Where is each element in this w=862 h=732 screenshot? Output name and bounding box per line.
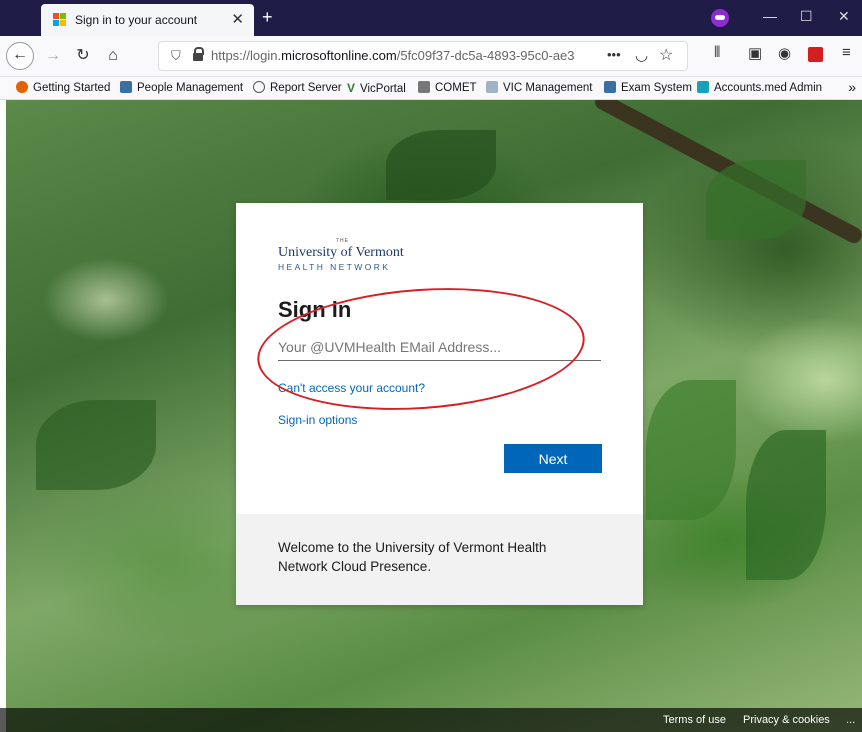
maximize-icon[interactable]: ☐: [800, 8, 813, 25]
bookmark-label: Getting Started: [33, 82, 111, 94]
doc-icon: [486, 81, 498, 93]
logo-the: THE: [336, 238, 349, 244]
minimize-icon[interactable]: —: [763, 8, 777, 24]
bookmarks-toolbar: Getting Started People Management Report…: [0, 77, 862, 100]
footer-more-link[interactable]: ...: [846, 714, 855, 726]
bookmark-label: COMET: [435, 82, 477, 94]
bookmark-label: VicPortal: [360, 83, 406, 95]
signin-options-link[interactable]: Sign-in options: [278, 413, 357, 427]
admin-icon: [697, 81, 709, 93]
comet-icon: [418, 81, 430, 93]
tab-bar: Sign in to your account ✕ + — ☐ ✕: [0, 0, 862, 36]
tab-active[interactable]: Sign in to your account ✕: [41, 4, 254, 36]
bookmark-exam-system[interactable]: Exam System: [604, 81, 692, 94]
page-actions-icon[interactable]: •••: [607, 47, 621, 62]
bookmark-getting-started[interactable]: Getting Started: [16, 81, 110, 94]
navigation-bar: ← → ↻ ⌂ ⛉ https://login.microsoftonline.…: [0, 36, 862, 77]
new-tab-button[interactable]: +: [262, 7, 273, 28]
menu-icon[interactable]: ≡: [842, 44, 851, 61]
home-icon[interactable]: ⌂: [100, 44, 126, 68]
bookmark-report-server[interactable]: Report Server: [253, 81, 342, 94]
private-mask-icon: [711, 9, 729, 27]
logo-bottom-line: HEALTH NETWORK: [278, 262, 391, 272]
library-icon[interactable]: ⫴: [714, 44, 720, 61]
card-footer: Welcome to the University of Vermont Hea…: [236, 514, 643, 605]
account-icon[interactable]: ◉: [778, 44, 791, 62]
leaf-decoration: [386, 130, 496, 200]
cant-access-account-link[interactable]: Can't access your account?: [278, 381, 425, 395]
bookmark-label: People Management: [137, 82, 244, 94]
forward-icon[interactable]: →: [40, 44, 66, 68]
bookmark-label: Exam System: [621, 82, 692, 94]
bookmark-people-management[interactable]: People Management: [120, 81, 243, 94]
bookmark-label: VIC Management: [503, 82, 593, 94]
logo-top-line: University of Vermont: [278, 245, 404, 260]
bookmark-vic-management[interactable]: VIC Management: [486, 81, 593, 94]
url-bar[interactable]: ⛉ https://login.microsoftonline.com/5fc0…: [158, 41, 688, 71]
terms-of-use-link[interactable]: Terms of use: [663, 714, 726, 726]
microsoft-logo-icon: [53, 13, 67, 27]
more-bookmarks-icon[interactable]: »: [848, 79, 856, 95]
uvm-health-logo: THE University of Vermont HEALTH NETWORK: [278, 238, 438, 277]
sidebar-icon[interactable]: ▣: [748, 44, 762, 62]
extension-icon[interactable]: [808, 47, 823, 62]
welcome-message: Welcome to the University of Vermont Hea…: [278, 540, 547, 574]
globe-icon: [253, 81, 265, 93]
url-domain: microsoftonline.com: [281, 48, 397, 63]
leaf-decoration: [646, 380, 736, 520]
url-text[interactable]: https://login.microsoftonline.com/5fc09f…: [211, 48, 601, 63]
privacy-cookies-link[interactable]: Privacy & cookies: [743, 714, 830, 726]
bookmark-comet[interactable]: COMET: [418, 81, 477, 94]
bookmark-star-icon[interactable]: ☆: [659, 45, 673, 65]
signin-title: Sign in: [278, 297, 352, 322]
bookmark-label: Accounts.med Admin: [714, 82, 823, 94]
signin-card: THE University of Vermont HEALTH NETWORK…: [236, 203, 643, 605]
url-path: /5fc09f37-dc5a-4893-95c0-ae3: [396, 48, 575, 63]
v-icon: V: [347, 81, 356, 95]
reload-icon[interactable]: ↻: [70, 44, 96, 68]
close-window-icon[interactable]: ✕: [838, 8, 850, 25]
firefox-icon: [16, 81, 28, 93]
email-field[interactable]: [278, 334, 601, 361]
leaf-decoration: [746, 430, 826, 580]
pocket-icon[interactable]: ◡: [635, 46, 648, 64]
browser-window: Sign in to your account ✕ + — ☐ ✕ ← → ↻ …: [0, 0, 862, 732]
next-button[interactable]: Next: [504, 444, 602, 473]
people-icon: [604, 81, 616, 93]
bookmark-accounts-med-admin[interactable]: Accounts.med Admin: [697, 81, 822, 94]
people-icon: [120, 81, 132, 93]
lock-icon[interactable]: [193, 47, 204, 61]
bookmark-label: Report Server: [270, 82, 342, 94]
url-prefix: https://login.: [211, 48, 282, 63]
tab-title: Sign in to your account: [75, 13, 198, 27]
bookmark-vicportal[interactable]: V VicPortal: [347, 81, 406, 95]
leaf-decoration: [36, 400, 156, 490]
leaf-decoration: [706, 160, 806, 240]
shield-icon[interactable]: ⛉: [171, 48, 181, 64]
close-tab-icon[interactable]: ✕: [231, 10, 244, 28]
back-icon[interactable]: ←: [6, 42, 34, 70]
page-footer: Terms of use Privacy & cookies ...: [0, 708, 862, 732]
